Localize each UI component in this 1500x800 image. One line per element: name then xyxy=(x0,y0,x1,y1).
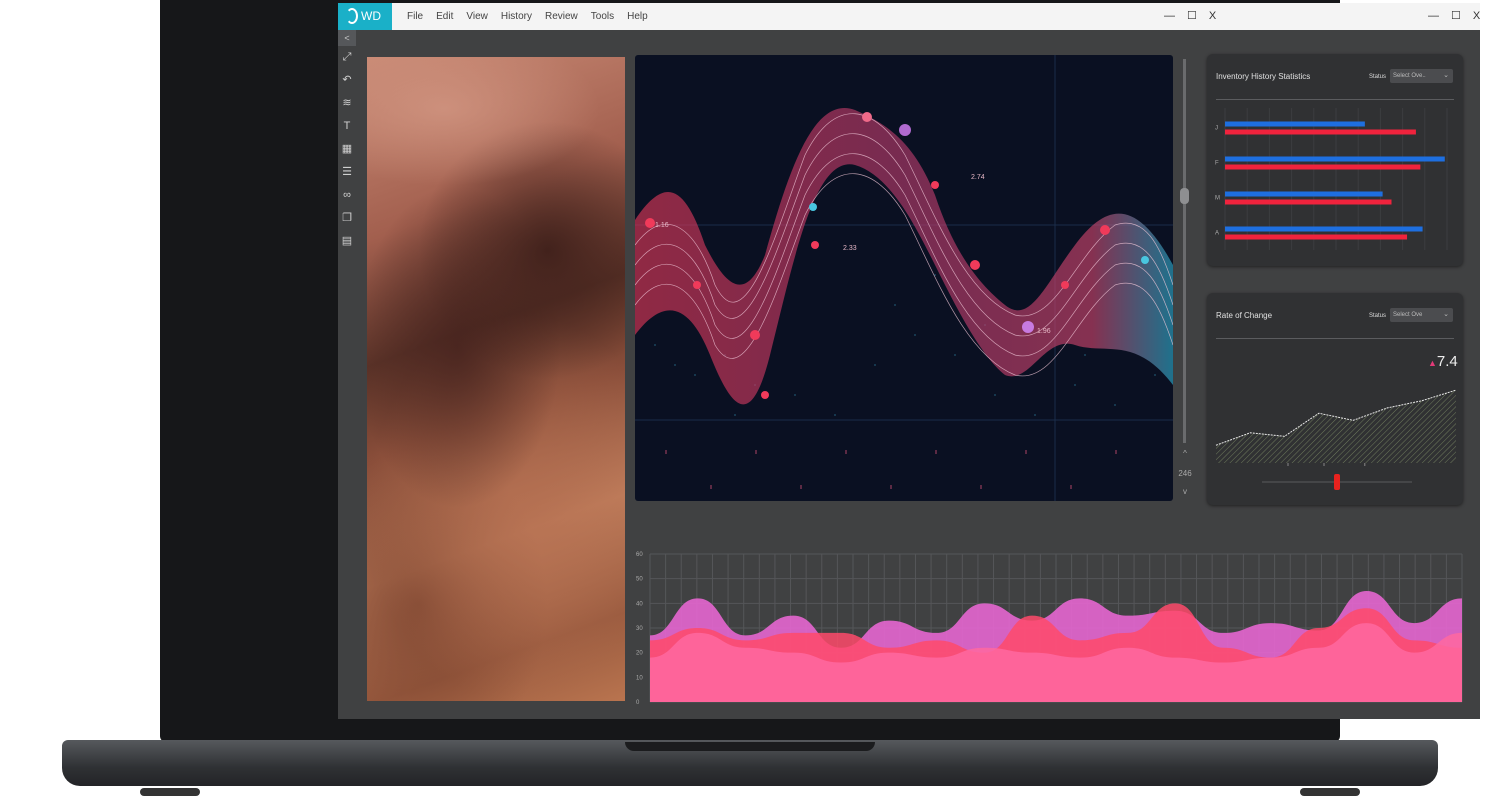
rate-status-label: Status xyxy=(1369,313,1387,319)
y-tick-label: 60 xyxy=(636,552,643,558)
category-label: A xyxy=(1215,231,1219,237)
menu-review[interactable]: Review xyxy=(545,3,578,30)
menu-file[interactable]: File xyxy=(407,3,423,30)
rate-value-text: 7.4 xyxy=(1436,353,1458,370)
stacked-area-chart: 0 10 20 30 40 50 60 xyxy=(636,548,1468,708)
logo-text: WD xyxy=(361,9,381,23)
bar xyxy=(1225,164,1421,170)
wave-tag-1: 1.16 xyxy=(655,222,669,229)
zoom-in-icon[interactable]: ^ xyxy=(1177,449,1193,458)
logo-icon xyxy=(346,8,358,24)
menu-bar: File Edit View History Review Tools Help xyxy=(407,3,648,30)
wave-tag-3: 2.33 xyxy=(843,245,857,252)
laptop-hinge xyxy=(625,742,875,751)
document-window-controls: — ☐ X xyxy=(1164,3,1216,30)
collapse-sidebar-button[interactable]: < xyxy=(338,30,356,46)
app-close-button[interactable]: X xyxy=(1473,3,1480,30)
area-chart-svg: 0 10 20 30 40 50 60 xyxy=(636,552,1463,706)
zoom-out-icon[interactable]: v xyxy=(1177,487,1193,496)
inventory-title: Inventory History Statistics xyxy=(1216,72,1311,81)
zoom-value: 246 xyxy=(1178,469,1192,478)
minimize-button[interactable]: — xyxy=(1164,3,1175,30)
axis-marks xyxy=(665,450,1117,489)
app-window-controls: — ☐ X xyxy=(1428,3,1480,30)
title-bar: WD File Edit View History Review Tools H… xyxy=(338,3,1480,30)
wave-tag-4: 1.96 xyxy=(1037,328,1051,335)
y-tick-label: 50 xyxy=(636,577,643,583)
rate-select-value: Select Ove xyxy=(1393,312,1423,318)
y-tick-label: 30 xyxy=(636,626,643,632)
tool-sidebar: ⤢ ↶ ≋ T ▦ ☰ ∞ ❐ ▤ xyxy=(338,46,356,253)
y-tick-label: 0 xyxy=(636,700,640,706)
menu-tools[interactable]: Tools xyxy=(591,3,614,30)
y-tick-label: 40 xyxy=(636,601,643,607)
grid-icon[interactable]: ▦ xyxy=(338,138,356,161)
rate-chart-svg xyxy=(1215,389,1457,490)
inventory-divider xyxy=(1216,99,1454,100)
wave-visualization-svg: 1.16 2.74 2.33 1.96 xyxy=(635,55,1173,501)
zoom-track[interactable] xyxy=(1183,59,1186,443)
link-icon[interactable]: ∞ xyxy=(338,184,356,207)
category-label: M xyxy=(1215,196,1220,202)
inventory-bar-chart: J F M A xyxy=(1207,104,1463,254)
window-icon[interactable]: ❐ xyxy=(338,207,356,230)
bar xyxy=(1225,199,1392,205)
bar xyxy=(1225,234,1408,240)
terrain-photo xyxy=(367,57,625,701)
zoom-thumb[interactable] xyxy=(1180,188,1189,204)
wave-tag-2: 2.74 xyxy=(971,174,985,181)
rate-title: Rate of Change xyxy=(1216,311,1273,320)
document-icon[interactable]: ▤ xyxy=(338,230,356,253)
laptop-foot-left xyxy=(140,788,200,796)
bar xyxy=(1225,129,1416,135)
inventory-status-label: Status xyxy=(1369,74,1387,80)
inventory-panel: Inventory History Statistics Status Sele… xyxy=(1207,54,1463,266)
wave-band xyxy=(635,107,1173,405)
menu-history[interactable]: History xyxy=(501,3,532,30)
rate-panel: Rate of Change Status Select Ove ⌄ ▲7.4 xyxy=(1207,293,1463,505)
layers-icon[interactable]: ≋ xyxy=(338,92,356,115)
chevron-down-icon: ⌄ xyxy=(1443,311,1449,318)
menu-edit[interactable]: Edit xyxy=(436,3,453,30)
laptop-bezel: WD File Edit View History Review Tools H… xyxy=(160,0,1480,742)
rate-divider xyxy=(1216,338,1454,339)
bar xyxy=(1225,121,1365,127)
fit-screen-icon[interactable]: ⤢ xyxy=(338,46,356,69)
maximize-button[interactable]: ☐ xyxy=(1187,3,1197,30)
chevron-down-icon: ⌄ xyxy=(1443,72,1449,79)
inventory-chart-svg: J F M A xyxy=(1215,108,1448,250)
laptop-foot-right xyxy=(1300,788,1360,796)
close-button[interactable]: X xyxy=(1209,3,1216,30)
wave-visualization[interactable]: 1.16 2.74 2.33 1.96 xyxy=(635,55,1173,501)
category-label: F xyxy=(1215,161,1219,167)
list-icon[interactable]: ☰ xyxy=(338,161,356,184)
trend-up-icon: ▲ xyxy=(1428,358,1437,368)
bar xyxy=(1225,156,1445,162)
laptop-screen: WD File Edit View History Review Tools H… xyxy=(338,3,1480,719)
category-label: J xyxy=(1215,126,1218,132)
inventory-status-select[interactable]: Select Ove.. ⌄ xyxy=(1390,69,1453,83)
range-slider-handle[interactable] xyxy=(1334,474,1340,490)
rate-area-chart xyxy=(1207,378,1463,498)
rate-status-select[interactable]: Select Ove ⌄ xyxy=(1390,308,1453,322)
menu-help[interactable]: Help xyxy=(627,3,648,30)
bar xyxy=(1225,191,1383,197)
app-minimize-button[interactable]: — xyxy=(1428,3,1439,30)
app-maximize-button[interactable]: ☐ xyxy=(1451,3,1461,30)
undo-icon[interactable]: ↶ xyxy=(338,69,356,92)
text-tool-icon[interactable]: T xyxy=(338,115,356,138)
bar xyxy=(1225,226,1423,232)
inventory-select-value: Select Ove.. xyxy=(1393,73,1426,79)
y-tick-label: 10 xyxy=(636,675,643,681)
y-tick-label: 20 xyxy=(636,651,643,657)
app-logo[interactable]: WD xyxy=(338,3,392,30)
rate-value: ▲7.4 xyxy=(1428,353,1458,370)
menu-view[interactable]: View xyxy=(466,3,488,30)
